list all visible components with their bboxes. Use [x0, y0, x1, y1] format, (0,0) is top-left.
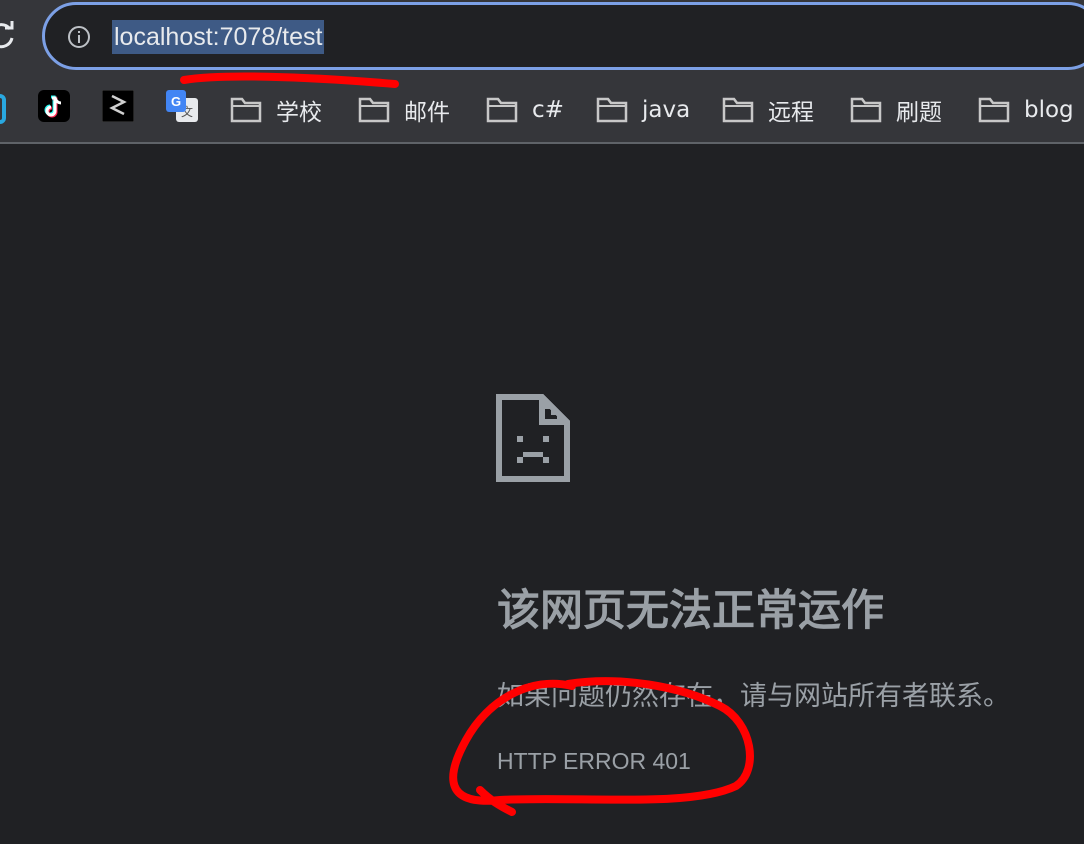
address-bar[interactable]: localhost:7078/test	[42, 2, 1084, 70]
error-title: 该网页无法正常运作	[497, 586, 884, 636]
info-icon[interactable]	[67, 25, 91, 49]
app-icon[interactable]	[102, 90, 134, 122]
bookmark-label: java	[642, 97, 691, 123]
bookmark-folder-practice[interactable]: 刷题	[850, 78, 942, 142]
bookmark-folder-remote[interactable]: 远程	[722, 78, 814, 142]
google-translate-icon[interactable]: 文 G	[166, 90, 198, 122]
folder-icon	[358, 97, 390, 123]
folder-icon	[486, 97, 518, 123]
error-description: 如果问题仍然存在，请与网站所有者联系。	[497, 681, 1010, 712]
bookmark-label: 刷题	[896, 100, 942, 126]
sad-page-icon	[496, 394, 570, 482]
folder-icon	[850, 97, 882, 123]
bookmark-folder-java[interactable]: java	[596, 78, 690, 142]
bookmark-label: c#	[532, 97, 564, 123]
bookmark-folder-csharp[interactable]: c#	[486, 78, 564, 142]
folder-icon	[978, 97, 1010, 123]
bookmark-label: 邮件	[404, 100, 450, 126]
url-text[interactable]: localhost:7078/test	[112, 20, 325, 54]
partial-bookmark-icon[interactable]	[0, 94, 6, 126]
bookmark-label: 学校	[276, 100, 322, 126]
folder-icon	[596, 97, 628, 123]
bookmark-label: 远程	[768, 100, 814, 126]
error-page: 该网页无法正常运作 如果问题仍然存在，请与网站所有者联系。 HTTP ERROR…	[0, 144, 1084, 844]
bookmark-label: blog	[1024, 97, 1074, 123]
bookmarks-bar: 文 G 学校 邮件 c# java 远程 刷题 blog	[0, 78, 1084, 144]
folder-icon	[722, 97, 754, 123]
bookmark-folder-school[interactable]: 学校	[230, 78, 322, 142]
error-code: HTTP ERROR 401	[497, 748, 691, 774]
bookmark-folder-blog[interactable]: blog	[978, 78, 1074, 142]
svg-text:G: G	[171, 94, 181, 109]
browser-toolbar: localhost:7078/test	[0, 0, 1084, 78]
tiktok-icon[interactable]	[38, 90, 70, 122]
folder-icon	[230, 97, 262, 123]
bookmark-folder-mail[interactable]: 邮件	[358, 78, 450, 142]
reload-icon[interactable]	[0, 18, 18, 52]
